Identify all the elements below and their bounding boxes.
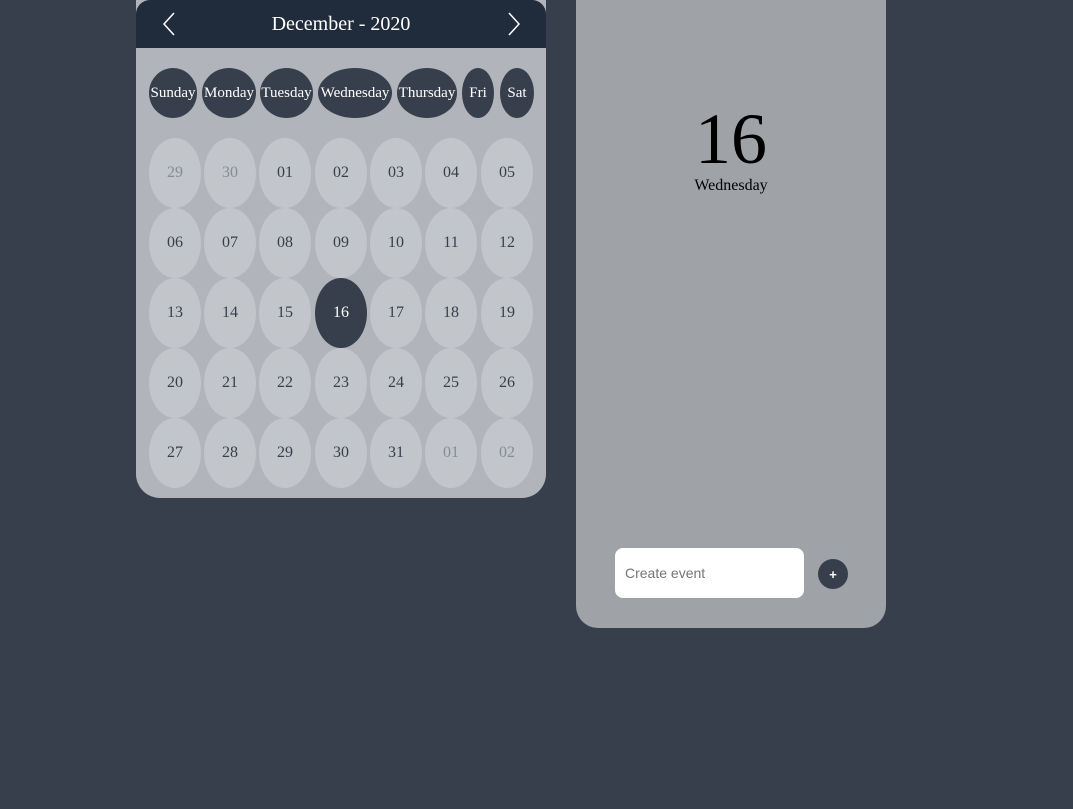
weekday-sunday: Sunday [149,68,197,118]
day-cell[interactable]: 01 [259,138,311,208]
day-cell[interactable]: 15 [259,278,311,348]
weekday-row: Sunday Monday Tuesday Wednesday Thursday… [136,68,546,118]
day-cell[interactable]: 10 [370,208,422,278]
day-cell[interactable]: 29 [149,138,201,208]
weekday-thursday: Thursday [397,68,457,118]
day-cell[interactable]: 06 [149,208,201,278]
day-cell[interactable]: 31 [370,418,422,488]
day-cell[interactable]: 01 [425,418,477,488]
day-cell[interactable]: 12 [481,208,533,278]
day-cell[interactable]: 30 [204,138,256,208]
day-cell[interactable]: 11 [425,208,477,278]
selected-date-number: 16 [695,99,767,179]
weekday-tuesday: Tuesday [260,68,313,118]
day-cell[interactable]: 05 [481,138,533,208]
day-cell[interactable]: 14 [204,278,256,348]
month-year-title: December - 2020 [271,13,411,35]
add-event-button[interactable]: + [818,559,848,589]
day-cell[interactable]: 28 [204,418,256,488]
day-cell[interactable]: 07 [204,208,256,278]
day-cell[interactable]: 03 [370,138,422,208]
next-month-button[interactable] [501,12,525,36]
day-cell[interactable]: 21 [204,348,256,418]
day-cell[interactable]: 04 [425,138,477,208]
chevron-right-icon [508,12,521,36]
day-cell[interactable]: 02 [315,138,367,208]
weekday-monday: Monday [202,68,256,118]
weekday-wednesday: Wednesday [318,68,392,118]
day-cell[interactable]: 24 [370,348,422,418]
day-cell[interactable]: 22 [259,348,311,418]
day-cell[interactable]: 09 [315,208,367,278]
day-cell[interactable]: 25 [425,348,477,418]
weekday-friday: Fri [462,68,494,118]
day-cell[interactable]: 02 [481,418,533,488]
day-cell[interactable]: 08 [259,208,311,278]
calendar-header: December - 2020 [136,0,546,48]
day-detail-panel: 16 Wednesday + [576,0,886,628]
day-cell[interactable]: 17 [370,278,422,348]
day-cell[interactable]: 30 [315,418,367,488]
create-event-input[interactable] [615,548,804,598]
day-cell[interactable]: 29 [259,418,311,488]
weekday-saturday: Sat [500,68,534,118]
day-cell-selected[interactable]: 16 [315,278,367,348]
day-cell[interactable]: 23 [315,348,367,418]
calendar: December - 2020 Sunday Monday Tuesday We… [136,0,546,498]
day-cell[interactable]: 19 [481,278,533,348]
day-cell[interactable]: 18 [425,278,477,348]
day-cell[interactable]: 26 [481,348,533,418]
day-cell[interactable]: 13 [149,278,201,348]
day-cell[interactable]: 27 [149,418,201,488]
selected-weekday: Wednesday [694,177,768,194]
day-cell[interactable]: 20 [149,348,201,418]
